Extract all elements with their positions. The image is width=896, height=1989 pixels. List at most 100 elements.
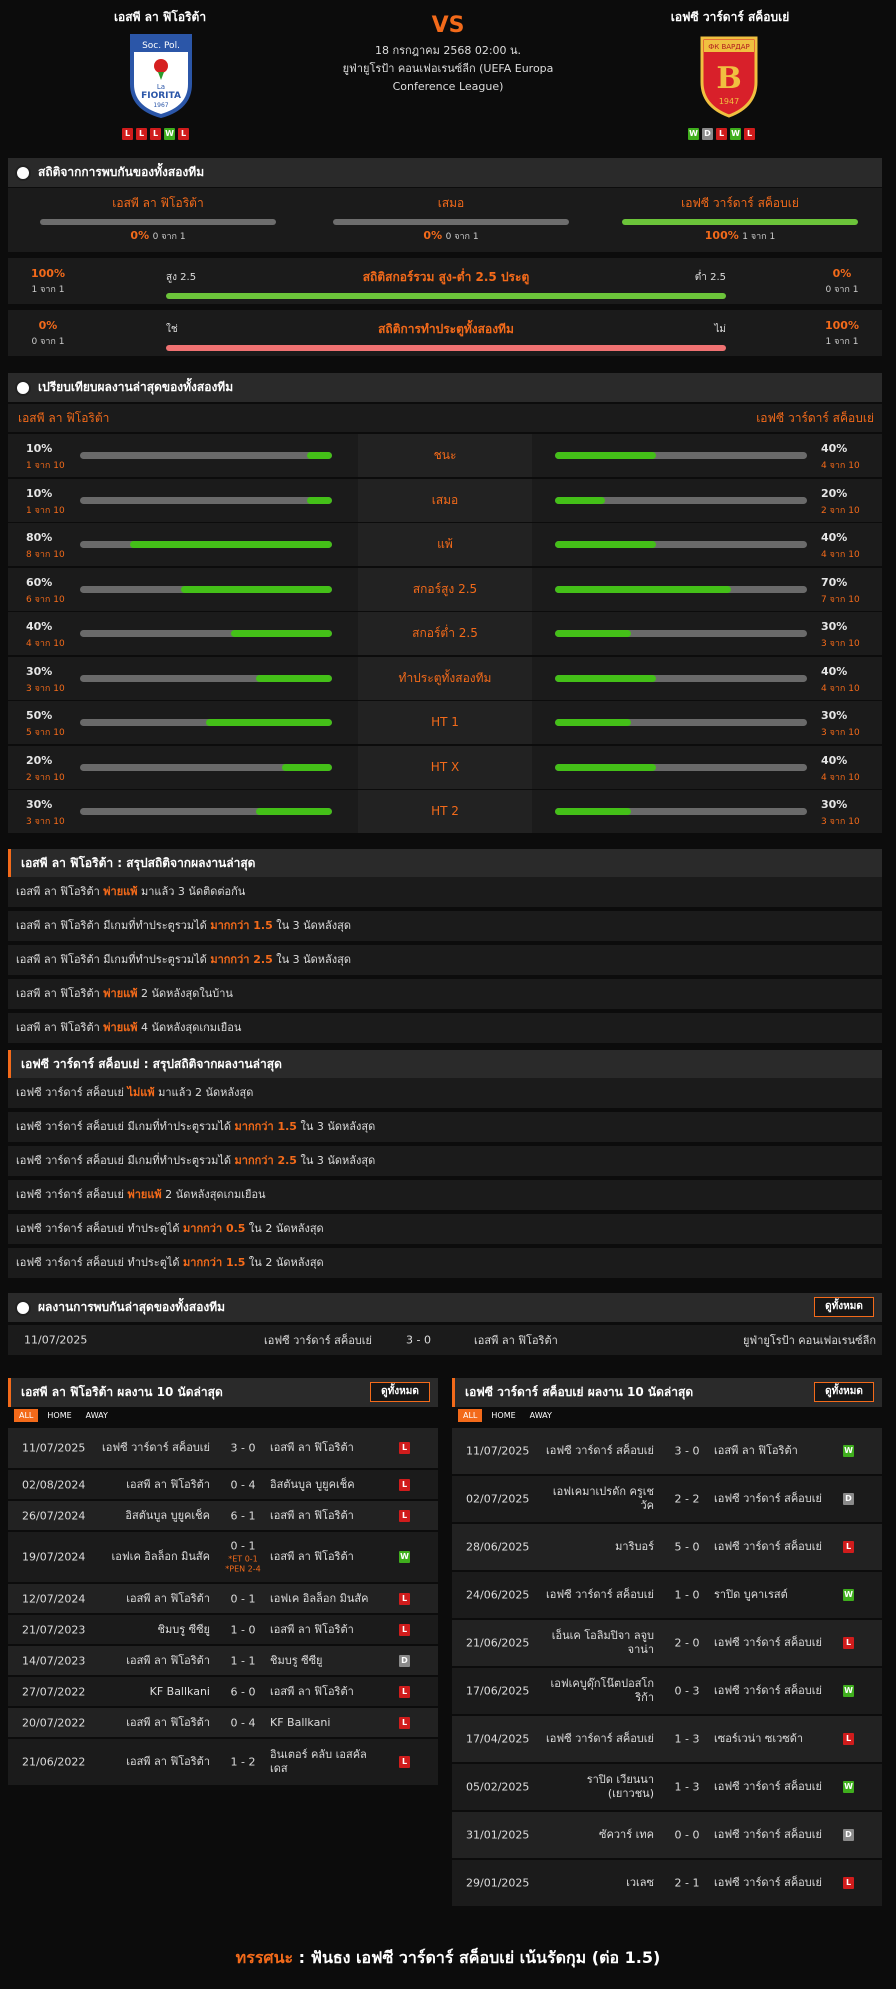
match-home[interactable]: เอฟซี วาร์ดาร์ สค็อบเย่	[542, 1732, 654, 1746]
match-home[interactable]: KF Ballkani	[98, 1685, 210, 1699]
match-row[interactable]: 20/07/2022 เอสพี ลา ฟิโอริต้า 0 - 4 KF Ball…	[8, 1708, 438, 1737]
match-row[interactable]: 21/06/2025 เอ็นเค โอลิมปิจา ลจูบจาน่า 2 - …	[452, 1620, 882, 1666]
h2h-result-away[interactable]: เอสพี ลา ฟิโอริต้า	[474, 1331, 558, 1349]
compare-home-fill	[130, 541, 332, 548]
match-row[interactable]: 31/01/2025 ซัควาร์ เทค 0 - 0 เอฟซี วาร์ดาร์…	[452, 1812, 882, 1858]
compare-header: เปรียบเทียบผลงานล่าสุดของทั้งสองทีม	[8, 373, 882, 402]
match-away[interactable]: อินเตอร์ คลับ เอสคัลเดส	[270, 1748, 380, 1776]
tab-all[interactable]: ALL	[14, 1409, 39, 1422]
match-away[interactable]: เอสพี ลา ฟิโอริต้า	[270, 1441, 380, 1455]
match-away[interactable]: เอฟซี วาร์ดาร์ สค็อบเย่	[714, 1540, 824, 1554]
match-home[interactable]: เอฟเคมาเปรดัก ครูเชวัค	[542, 1485, 654, 1513]
h2h-result-home[interactable]: เอฟซี วาร์ดาร์ สค็อบเย่	[264, 1331, 372, 1349]
compare-home-of: 6 จาก 10	[26, 594, 65, 605]
match-away[interactable]: ราปิด บูคาเรสต์	[714, 1588, 824, 1602]
match-row[interactable]: 28/06/2025 มาริบอร์ 5 - 0 เอฟซี วาร์ดาร์ สค…	[452, 1524, 882, 1570]
ou-left-pct: 100%	[31, 267, 65, 280]
tab-home[interactable]: HOME	[42, 1409, 76, 1422]
match-away[interactable]: เอสพี ลา ฟิโอริต้า	[270, 1550, 380, 1564]
match-row[interactable]: 19/07/2024 เอฟเค อิลล็อก มินสัค 0 - 1 *ET 0…	[8, 1532, 438, 1582]
match-row[interactable]: 14/07/2023 เอสพี ลา ฟิโอริต้า 1 - 1 ชิมบรู …	[8, 1646, 438, 1675]
match-row[interactable]: 11/07/2025 เอฟซี วาร์ดาร์ สค็อบเย่ 3 - 0 เอ…	[452, 1428, 882, 1474]
match-score: 1 - 0	[662, 1589, 712, 1602]
match-home[interactable]: เอฟซี วาร์ดาร์ สค็อบเย่	[542, 1588, 654, 1602]
match-away[interactable]: เอฟซี วาร์ดาร์ สค็อบเย่	[714, 1828, 824, 1842]
match-result-badge: L	[843, 1541, 854, 1553]
compare-home-of: 5 จาก 10	[26, 728, 65, 738]
h2h-col-name[interactable]: เอสพี ลา ฟิโอริต้า	[28, 194, 288, 213]
match-home[interactable]: เอสพี ลา ฟิโอริต้า	[98, 1716, 210, 1730]
match-home[interactable]: เอสพี ลา ฟิโอริต้า	[98, 1478, 210, 1492]
soccer-ball-icon	[15, 165, 31, 181]
match-league[interactable]: ยูฟ่ายูโรป้า คอนเฟอเรนซ์ลีก (UEFA Europa…	[328, 60, 568, 96]
match-away[interactable]: เอฟซี วาร์ดาร์ สค็อบเย่	[714, 1780, 824, 1794]
match-row[interactable]: 27/07/2022 KF Ballkani 6 - 0 เอสพี ลา ฟิโอร…	[8, 1677, 438, 1706]
tab-all[interactable]: ALL	[458, 1409, 483, 1422]
match-home[interactable]: มาริบอร์	[542, 1540, 654, 1554]
h2h-result-league[interactable]: ยูฟ่ายูโรป้า คอนเฟอเรนซ์ลีก	[743, 1331, 876, 1349]
form-badge: W	[730, 128, 741, 140]
match-away[interactable]: KF Ballkani	[270, 1716, 380, 1730]
tab-home[interactable]: HOME	[486, 1409, 520, 1422]
match-row[interactable]: 21/07/2023 ชิมบรู ซีซียู 1 - 0 เอสพี ลา ฟิโ…	[8, 1615, 438, 1644]
match-home[interactable]: เอฟเคบูดุ๊กโน๊ตปอสโกริก้า	[542, 1677, 654, 1705]
match-row[interactable]: 02/08/2024 เอสพี ลา ฟิโอริต้า 0 - 4 อิสตันบ…	[8, 1470, 438, 1499]
tab-away[interactable]: AWAY	[525, 1409, 557, 1422]
match-away[interactable]: เอฟซี วาร์ดาร์ สค็อบเย่	[714, 1636, 824, 1650]
tab-away[interactable]: AWAY	[81, 1409, 113, 1422]
match-away[interactable]: เอฟเค อิลล็อก มินสัค	[270, 1592, 380, 1606]
match-home[interactable]: เอ็นเค โอลิมปิจา ลจูบจาน่า	[542, 1629, 654, 1657]
match-home[interactable]: เอสพี ลา ฟิโอริต้า	[98, 1654, 210, 1668]
h2h-result-row[interactable]: 11/07/2025 เอฟซี วาร์ดาร์ สค็อบเย่ 3 - 0 เอ…	[8, 1325, 882, 1355]
h2h-col-name[interactable]: เสมอ	[321, 194, 581, 213]
match-date: 31/01/2025	[466, 1828, 530, 1842]
match-home[interactable]: ชิมบรู ซีซียู	[98, 1623, 210, 1637]
away-team-name[interactable]: เอฟซี วาร์ดาร์ สค็อบเย่	[620, 8, 840, 27]
match-home[interactable]: เอสพี ลา ฟิโอริต้า	[98, 1755, 210, 1769]
match-home[interactable]: เอฟซี วาร์ดาร์ สค็อบเย่	[98, 1441, 210, 1455]
match-away[interactable]: เอสพี ลา ฟิโอริต้า	[270, 1509, 380, 1523]
match-row[interactable]: 11/07/2025 เอฟซี วาร์ดาร์ สค็อบเย่ 3 - 0 เอ…	[8, 1428, 438, 1468]
match-home[interactable]: เวเลซ	[542, 1876, 654, 1890]
match-row[interactable]: 17/04/2025 เอฟซี วาร์ดาร์ สค็อบเย่ 1 - 3 เซ…	[452, 1716, 882, 1762]
match-row[interactable]: 26/07/2024 อิสตันบูล บูยูคเช็ค 6 - 1 เอสพี …	[8, 1501, 438, 1530]
form-badge: L	[716, 128, 727, 140]
match-row[interactable]: 05/02/2025 ราปิด เวียนนา (เยาวชน) 1 - 3 เอฟ…	[452, 1764, 882, 1810]
match-row[interactable]: 21/06/2022 เอสพี ลา ฟิโอริต้า 1 - 2 อินเตอร…	[8, 1739, 438, 1785]
last10-view-all-button[interactable]: ดูทั้งหมด	[370, 1382, 430, 1402]
match-home[interactable]: เอฟซี วาร์ดาร์ สค็อบเย่	[542, 1444, 654, 1458]
match-home[interactable]: ซัควาร์ เทค	[542, 1828, 654, 1842]
match-score: 0 - 1	[218, 1592, 268, 1605]
match-row[interactable]: 02/07/2025 เอฟเคมาเปรดัก ครูเชวัค 2 - 2 เอฟ…	[452, 1476, 882, 1522]
match-away[interactable]: เซอร์เวน่า ซเวซด้า	[714, 1732, 824, 1746]
compare-home-bar	[80, 763, 332, 771]
match-home[interactable]: เอฟเค อิลล็อก มินสัค	[98, 1550, 210, 1564]
h2h-col-name[interactable]: เอฟซี วาร์ดาร์ สค็อบเย่	[610, 194, 870, 213]
match-score: 1 - 3	[662, 1733, 712, 1746]
match-home[interactable]: ราปิด เวียนนา (เยาวชน)	[542, 1773, 654, 1801]
match-row[interactable]: 12/07/2024 เอสพี ลา ฟิโอริต้า 0 - 1 เอฟเค อ…	[8, 1584, 438, 1613]
match-away[interactable]: เอฟซี วาร์ดาร์ สค็อบเย่	[714, 1684, 824, 1698]
last10-view-all-button[interactable]: ดูทั้งหมด	[814, 1382, 874, 1402]
h2h-col-pct: 0% 0 จาก 1	[28, 229, 288, 243]
match-away[interactable]: เอสพี ลา ฟิโอริต้า	[270, 1623, 380, 1637]
match-home[interactable]: เอสพี ลา ฟิโอริต้า	[98, 1592, 210, 1606]
match-away[interactable]: เอสพี ลา ฟิโอริต้า	[714, 1444, 824, 1458]
match-date: 21/07/2023	[22, 1623, 86, 1636]
compare-away-pct: 30% 3 จาก 10	[821, 798, 866, 828]
match-away[interactable]: เอฟซี วาร์ดาร์ สค็อบเย่	[714, 1492, 824, 1506]
h2h-view-all-button[interactable]: ดูทั้งหมด	[814, 1297, 874, 1317]
match-row[interactable]: 17/06/2025 เอฟเคบูดุ๊กโน๊ตปอสโกริก้า 0 - 3…	[452, 1668, 882, 1714]
ou-mid: ใช่ ไม่ สถิติการทำประตูทั้งสองทีม	[166, 320, 726, 351]
match-home[interactable]: อิสตันบูล บูยูคเช็ค	[98, 1509, 210, 1523]
match-row[interactable]: 24/06/2025 เอฟซี วาร์ดาร์ สค็อบเย่ 1 - 0 รา…	[452, 1572, 882, 1618]
match-away[interactable]: ชิมบรู ซีซียู	[270, 1654, 380, 1668]
match-away[interactable]: อิสตันบูล บูยูคเช็ค	[270, 1478, 380, 1492]
match-row[interactable]: 29/01/2025 เวเลซ 2 - 1 เอฟซี วาร์ดาร์ สค็อบ…	[452, 1860, 882, 1906]
match-result-badge: L	[399, 1442, 410, 1454]
match-away[interactable]: เอฟซี วาร์ดาร์ สค็อบเย่	[714, 1876, 824, 1890]
away-team-logo[interactable]: ФК ВАРДАР B 1947	[698, 32, 760, 122]
match-away[interactable]: เอสพี ลา ฟิโอริต้า	[270, 1685, 380, 1699]
home-team-logo[interactable]: Soc. Pol. La FIORITA 1967	[128, 32, 194, 122]
h2h-stats-title: สถิติจากการพบกันของทั้งสองทีม	[38, 165, 205, 179]
